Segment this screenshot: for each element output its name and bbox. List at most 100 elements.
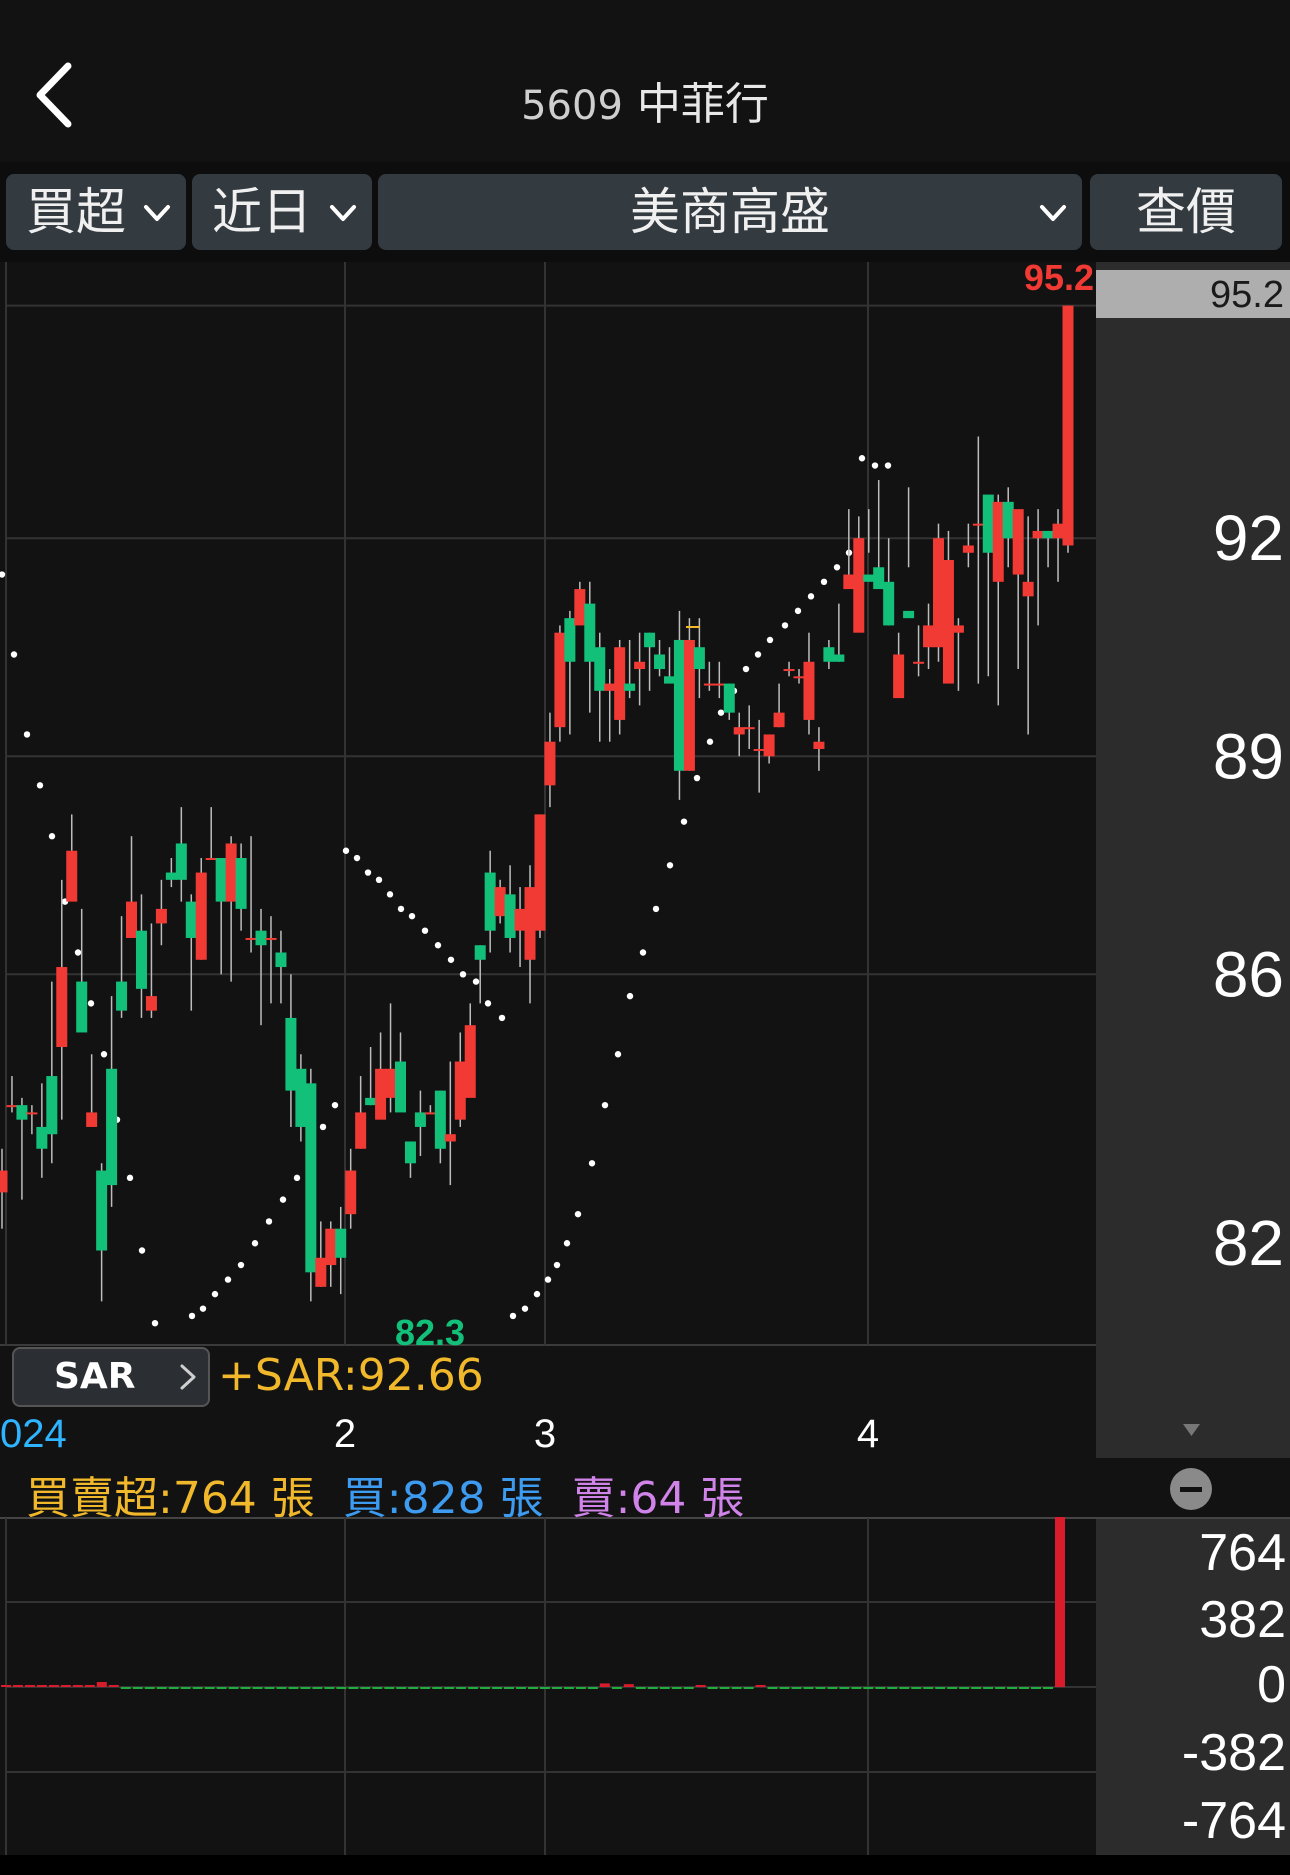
collapse-panel-icon[interactable] xyxy=(1170,1468,1212,1510)
volume-bar xyxy=(899,1687,910,1689)
mode-dropdown[interactable]: 買超 xyxy=(6,174,186,250)
volume-bar xyxy=(707,1687,718,1689)
sell-volume-label: 賣:64 張 xyxy=(571,1473,745,1524)
broker-dropdown[interactable]: 美商高盛 xyxy=(378,174,1082,250)
sar-dot xyxy=(794,607,802,615)
candle-body xyxy=(763,734,775,757)
candle-body xyxy=(923,625,935,648)
candle-body xyxy=(952,625,964,633)
candle-body xyxy=(534,814,546,931)
candle-body xyxy=(1042,530,1054,539)
candle-body xyxy=(375,1068,387,1120)
candle-body xyxy=(723,683,735,713)
candle-body xyxy=(195,872,207,960)
candle-body xyxy=(813,741,825,749)
volume-bar xyxy=(96,1682,107,1687)
candle-body xyxy=(494,887,506,917)
candlestick xyxy=(305,1068,317,1302)
candle-body xyxy=(175,843,187,880)
period-dropdown[interactable]: 近日 xyxy=(192,174,372,250)
candle-body xyxy=(693,647,705,670)
query-price-label: 查價 xyxy=(1136,183,1236,241)
sar-dot xyxy=(884,462,892,469)
sar-dot xyxy=(574,1210,582,1218)
candle-body xyxy=(753,748,765,751)
candlestick xyxy=(932,523,944,662)
price-chart[interactable]: 92 89 86 82 95.2 95.2 82.3 024 2 3 4 764 382 0 -382 -76… xyxy=(0,262,1290,1875)
volume-bar xyxy=(324,1687,335,1689)
sar-dot xyxy=(397,905,405,913)
candle-body xyxy=(434,1090,446,1149)
sar-dot xyxy=(833,564,841,571)
volume-bar xyxy=(372,1687,383,1689)
sar-dot xyxy=(138,1247,146,1254)
sar-dot xyxy=(126,1174,134,1182)
volume-bar xyxy=(743,1687,754,1689)
candle-body xyxy=(474,945,486,960)
sar-dot xyxy=(100,1051,108,1058)
sar-dot xyxy=(706,738,714,745)
candle-body xyxy=(524,887,536,960)
sar-indicator-button[interactable]: SAR xyxy=(12,1347,210,1407)
candle-body xyxy=(803,661,815,720)
price-axis-label: 89 xyxy=(1213,720,1284,792)
sar-dot xyxy=(766,636,774,644)
chart-area[interactable]: 92 89 86 82 95.2 95.2 82.3 024 2 3 4 764 382 0 -382 -76… xyxy=(0,262,1290,1875)
volume-bar xyxy=(767,1687,778,1689)
candle-body xyxy=(155,908,167,924)
sar-dot xyxy=(408,912,416,920)
sar-dot xyxy=(251,1240,259,1247)
candle-body xyxy=(773,712,785,728)
volume-bar xyxy=(863,1687,874,1689)
candle-body xyxy=(913,661,925,664)
volume-bar xyxy=(755,1685,766,1687)
sar-dot xyxy=(265,1218,273,1225)
sar-dot xyxy=(36,782,44,789)
candle-body xyxy=(106,1068,118,1186)
candle-body xyxy=(823,647,835,662)
candle-body xyxy=(365,1097,377,1106)
volume-bar xyxy=(539,1687,550,1689)
volume-bar xyxy=(456,1687,467,1689)
candle-body xyxy=(992,501,1004,582)
candle-body xyxy=(1062,305,1074,546)
volume-bar xyxy=(156,1687,167,1689)
candle-body xyxy=(96,1170,108,1251)
stock-name: 中菲行 xyxy=(636,79,769,130)
date-axis-label: 4 xyxy=(857,1412,879,1456)
candle-body xyxy=(215,858,227,902)
volume-legend: 買賣超:764 張 買:828 張 賣:64 張 xyxy=(26,1462,758,1526)
sar-dot xyxy=(48,833,56,840)
candle-body xyxy=(56,967,68,1047)
sar-dot xyxy=(693,774,701,782)
candlestick xyxy=(683,618,695,771)
volume-bar xyxy=(72,1685,83,1687)
volume-bar xyxy=(827,1687,838,1689)
candle-body xyxy=(76,981,88,1033)
candle-body xyxy=(116,981,128,1011)
sar-dot xyxy=(87,1000,95,1007)
candle-body xyxy=(644,632,656,648)
volume-bar xyxy=(803,1687,814,1689)
volume-bar xyxy=(360,1687,371,1689)
sar-dot xyxy=(807,593,815,600)
candlestick xyxy=(195,858,207,960)
volume-bar xyxy=(719,1687,730,1689)
volume-bar xyxy=(935,1687,946,1689)
candle-body xyxy=(135,930,147,989)
candle-body xyxy=(0,1170,8,1193)
volume-axis-label: 0 xyxy=(1257,1656,1286,1714)
volume-bar xyxy=(276,1687,287,1689)
candle-body xyxy=(504,894,516,938)
sar-dot xyxy=(601,1101,609,1109)
candle-body xyxy=(624,683,636,691)
volume-bar xyxy=(959,1687,970,1689)
candle-body xyxy=(265,937,277,940)
candle-body xyxy=(424,1112,436,1115)
query-price-button[interactable]: 查價 xyxy=(1090,174,1282,250)
volume-bar xyxy=(204,1687,215,1689)
candle-body xyxy=(873,567,885,590)
sar-dot xyxy=(10,651,18,658)
candle-body xyxy=(703,683,715,686)
sar-dot xyxy=(680,818,688,825)
